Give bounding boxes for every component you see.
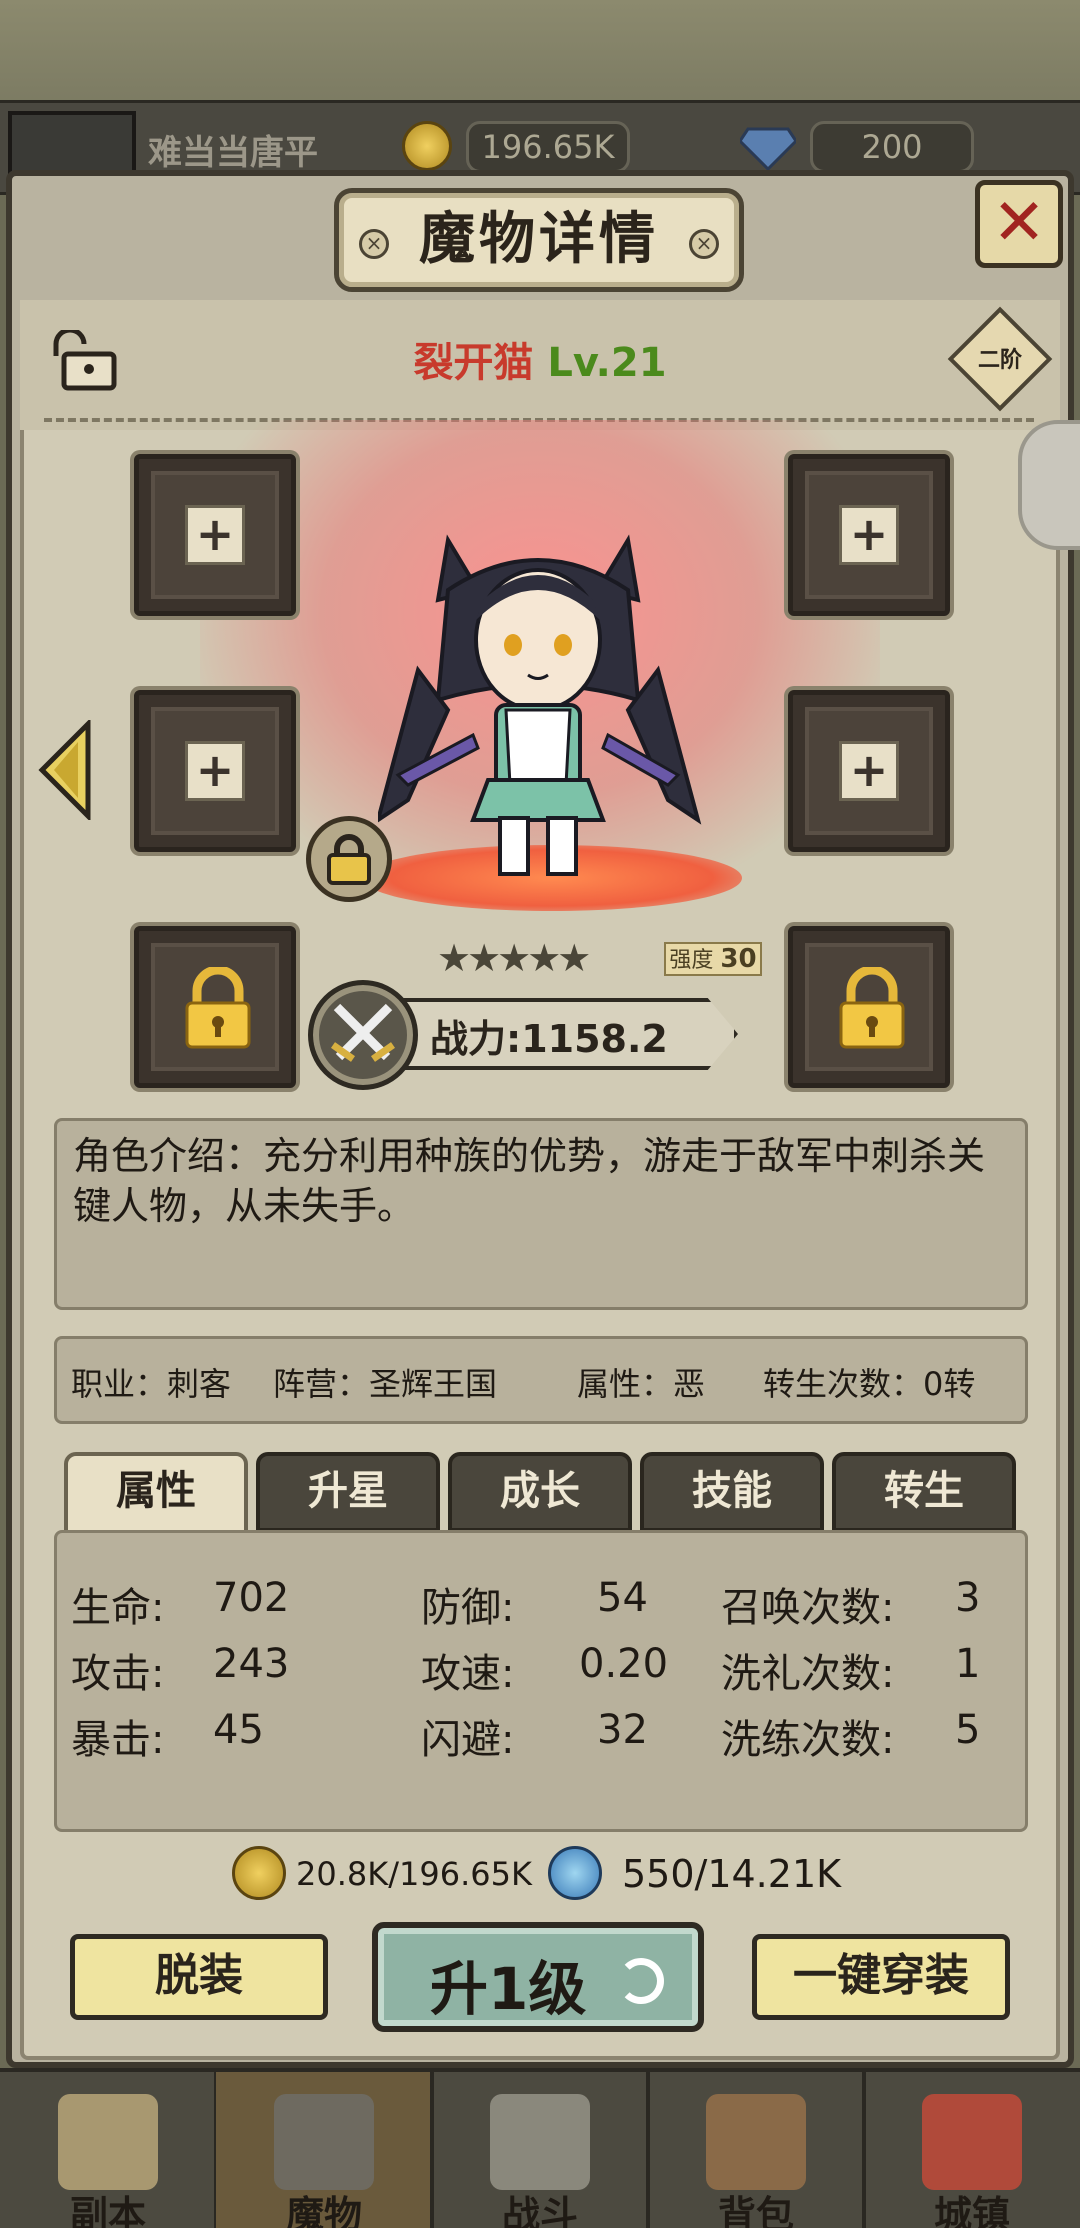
stat-value: 54	[597, 1575, 648, 1621]
shop-icon	[922, 2094, 1022, 2190]
stat-label: 生命:	[71, 1585, 165, 1631]
stat-value: 5	[955, 1707, 981, 1753]
stat-label: 攻速:	[421, 1651, 515, 1697]
monster-name-level: 裂开猫 Lv.21	[0, 330, 1080, 388]
scroll-map-icon	[58, 2094, 158, 2190]
skin-lock-icon[interactable]	[306, 816, 392, 902]
stat-label: 防御:	[421, 1585, 515, 1631]
unequip-button[interactable]: 脱装	[70, 1934, 328, 2020]
gold-coin-icon	[232, 1846, 286, 1900]
nav-label: 副本	[69, 2193, 146, 2228]
star-rating: ★★★★★	[437, 936, 591, 980]
stat-label: 洗礼次数:	[721, 1651, 895, 1697]
stat-label: 闪避:	[421, 1717, 515, 1763]
nav-label: 背包	[717, 2193, 794, 2228]
stat-label: 暴击:	[71, 1717, 165, 1763]
stat-value: 243	[213, 1641, 290, 1687]
tab-rebirth[interactable]: 转生	[832, 1452, 1016, 1532]
dialog-title: 魔物详情	[419, 207, 659, 272]
stats-panel: 生命: 702 攻击: 243 暴击: 45 防御: 54 攻速: 0.20 闪…	[54, 1530, 1028, 1832]
helmet-icon	[274, 2094, 374, 2190]
attribute-info: 属性：恶	[577, 1365, 706, 1403]
strength-badge: 强度 30	[664, 942, 762, 976]
essence-orb-icon	[548, 1846, 602, 1900]
gold-cost: 20.8K/196.65K	[296, 1855, 532, 1893]
stat-value: 1	[955, 1641, 981, 1687]
monster-name: 裂开猫	[413, 340, 534, 386]
equip-all-button[interactable]: 一键穿装	[752, 1934, 1010, 2020]
equip-slot-4[interactable]: +	[788, 690, 950, 852]
nav-backpack[interactable]: 背包	[648, 2072, 864, 2228]
crossed-swords-icon	[490, 2094, 590, 2190]
tab-star-up[interactable]: 升星	[256, 1452, 440, 1532]
equip-slot-1[interactable]: +	[134, 454, 296, 616]
stat-value: 32	[597, 1707, 648, 1753]
strength-label: 强度	[669, 948, 714, 973]
stat-value: 0.20	[579, 1641, 669, 1687]
gold-amount: 196.65K	[466, 121, 630, 173]
tab-attributes[interactable]: 属性	[64, 1452, 248, 1536]
prev-monster-arrow-icon[interactable]	[38, 717, 92, 823]
equip-slot-locked-2[interactable]	[788, 926, 950, 1088]
stat-label: 召唤次数:	[721, 1585, 895, 1631]
level-up-button[interactable]: 升1级	[372, 1922, 704, 2032]
background-scene	[0, 0, 1080, 110]
nav-label: 城镇	[933, 2193, 1010, 2228]
essence-cost: 550/14.21K	[622, 1852, 842, 1896]
stat-value: 702	[213, 1575, 290, 1621]
player-name: 难当当唐平	[148, 133, 318, 173]
nav-label: 魔物	[285, 2193, 362, 2228]
job-info: 职业：刺客	[71, 1365, 232, 1403]
tab-growth[interactable]: 成长	[448, 1452, 632, 1532]
nav-battle[interactable]: 战斗	[432, 2072, 648, 2228]
monster-description: 角色介绍：充分利用种族的优势，游走于敌军中刺杀关键人物，从未失手。	[54, 1118, 1028, 1310]
padlock-icon	[835, 965, 909, 1051]
crossed-swords-icon	[308, 980, 418, 1090]
combat-power: 战力:1158.2	[430, 1017, 668, 1061]
close-button[interactable]: ✕	[975, 180, 1063, 268]
rebirth-info: 转生次数：0转	[763, 1365, 976, 1403]
equip-slot-locked-1[interactable]	[134, 926, 296, 1088]
strength-value: 30	[720, 944, 757, 974]
add-plus-icon: +	[839, 741, 899, 801]
refresh-icon	[618, 1958, 664, 2004]
add-plus-icon: +	[839, 505, 899, 565]
equip-slot-3[interactable]: +	[134, 690, 296, 852]
bottom-navigation: 副本 魔物 战斗 背包 城镇	[0, 2068, 1080, 2228]
qq-float-icon[interactable]	[1018, 420, 1080, 550]
camp-info: 阵营：圣辉王国	[273, 1365, 498, 1403]
nav-dungeon[interactable]: 副本	[0, 2072, 216, 2228]
monster-level: Lv.21	[547, 340, 667, 386]
gold-coin-icon	[402, 121, 452, 171]
level-up-label: 升1级	[430, 1955, 587, 2023]
nav-monster[interactable]: 魔物	[216, 2072, 432, 2228]
stat-value: 3	[955, 1575, 981, 1621]
gem-amount: 200	[810, 121, 974, 173]
backpack-icon	[706, 2094, 806, 2190]
stat-label: 洗练次数:	[721, 1717, 895, 1763]
tab-skills[interactable]: 技能	[640, 1452, 824, 1532]
stat-value: 45	[213, 1707, 264, 1753]
nav-label: 战斗	[501, 2193, 578, 2228]
diamond-icon	[738, 125, 798, 172]
dialog-title-plate: × 魔物详情 ×	[334, 188, 744, 292]
add-plus-icon: +	[185, 505, 245, 565]
monster-character-sprite	[374, 520, 708, 880]
add-plus-icon: +	[185, 741, 245, 801]
equip-slot-2[interactable]: +	[788, 454, 950, 616]
padlock-icon	[181, 965, 255, 1051]
nav-town[interactable]: 城镇	[864, 2072, 1080, 2228]
monster-info-row: 职业：刺客 阵营：圣辉王国 属性：恶 转生次数：0转	[54, 1336, 1028, 1424]
bolt-icon: ×	[689, 229, 719, 259]
stat-label: 攻击:	[71, 1651, 165, 1697]
rank-label: 二阶	[977, 348, 1022, 373]
